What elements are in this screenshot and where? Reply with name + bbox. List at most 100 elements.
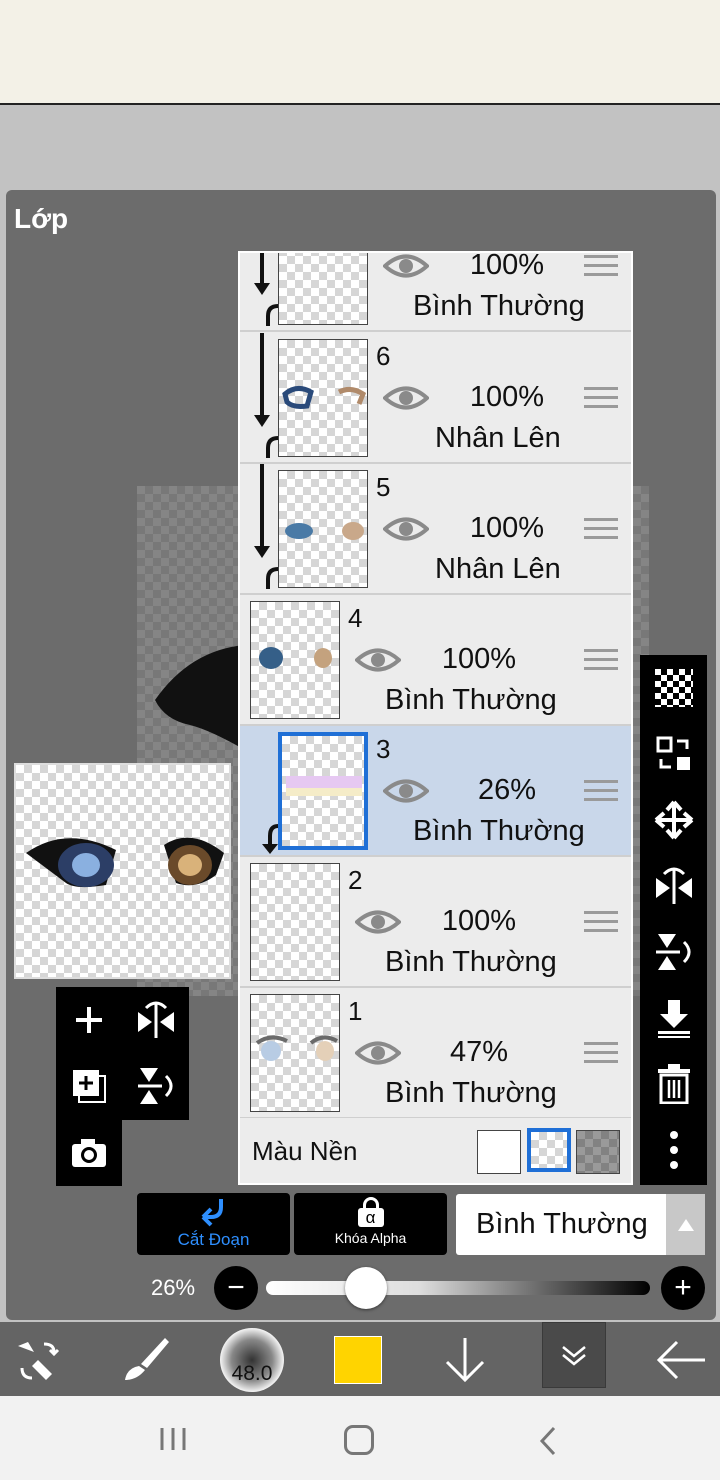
layer-row-4[interactable]: 4 100% Bình Thường xyxy=(240,595,631,726)
layer-opacity: 47% xyxy=(449,1036,509,1068)
layer-opacity: 100% xyxy=(469,512,545,544)
layer-thumbnail[interactable] xyxy=(250,601,340,719)
opacity-slider[interactable] xyxy=(266,1281,650,1295)
layer-blend-mode: Bình Thường xyxy=(413,290,585,322)
layer-number: 3 xyxy=(376,734,391,764)
eyes-artwork xyxy=(26,837,224,888)
layer-row-top[interactable]: 100% Bình Thường xyxy=(240,251,631,332)
move-icon[interactable] xyxy=(640,787,707,853)
drag-handle-icon[interactable] xyxy=(584,911,618,937)
delete-icon[interactable] xyxy=(640,1051,707,1117)
alpha-lock-label: Khóa Alpha xyxy=(334,1230,407,1246)
clip-label: Cắt Đoạn xyxy=(177,1230,250,1249)
blend-mode-select[interactable]: Bình Thường xyxy=(456,1194,705,1255)
opacity-increase-button[interactable]: + xyxy=(661,1266,705,1310)
flip-rotate-icon[interactable] xyxy=(123,987,189,1053)
system-navigation-bar xyxy=(0,1396,720,1480)
drag-handle-icon[interactable] xyxy=(584,1042,618,1068)
visibility-eye-icon[interactable] xyxy=(383,251,429,281)
layer-opacity: 100% xyxy=(441,905,517,937)
arrow-down-icon[interactable] xyxy=(443,1336,487,1389)
background-dark-option[interactable] xyxy=(576,1130,620,1174)
drag-handle-icon[interactable] xyxy=(584,255,618,281)
visibility-eye-icon[interactable] xyxy=(383,383,429,413)
layer-row-1[interactable]: 1 47% Bình Thường xyxy=(240,988,631,1119)
back-icon[interactable] xyxy=(538,1426,558,1461)
drag-handle-icon[interactable] xyxy=(584,649,618,675)
visibility-eye-icon[interactable] xyxy=(355,907,401,937)
chevron-up-icon[interactable] xyxy=(666,1194,705,1255)
more-icon[interactable] xyxy=(640,1117,707,1183)
camera-toolbar xyxy=(56,1120,122,1186)
layer-transform-icon[interactable] xyxy=(640,721,707,787)
left-toolbar xyxy=(56,987,189,1120)
back-arrow-icon[interactable] xyxy=(655,1338,707,1387)
clipping-arrow-icon xyxy=(254,253,279,326)
clipping-arrow-icon xyxy=(254,333,279,458)
layer-blend-mode: Bình Thường xyxy=(385,946,557,978)
layer-panel-toggle[interactable] xyxy=(542,1322,606,1388)
layer-number: 5 xyxy=(376,472,391,502)
flip-horizontal-icon[interactable] xyxy=(640,853,707,919)
brush-size-button[interactable]: 48.0 xyxy=(220,1328,284,1392)
clipping-arrow-icon xyxy=(254,464,279,589)
brush-icon[interactable] xyxy=(121,1334,169,1389)
double-chevron-down-icon xyxy=(562,1346,586,1366)
opacity-decrease-button[interactable]: − xyxy=(214,1266,258,1310)
current-color-swatch[interactable] xyxy=(334,1336,382,1384)
layer-thumbnail[interactable] xyxy=(250,863,340,981)
duplicate-layer-icon[interactable] xyxy=(56,1053,122,1119)
background-white-option[interactable] xyxy=(477,1130,521,1174)
layer-row-2[interactable]: 2 100% Bình Thường xyxy=(240,857,631,988)
visibility-eye-icon[interactable] xyxy=(383,514,429,544)
layer-thumbnail[interactable] xyxy=(278,470,368,588)
layer-thumbnail[interactable] xyxy=(278,732,368,850)
layer-number: 1 xyxy=(348,996,363,1026)
visibility-eye-icon[interactable] xyxy=(383,776,429,806)
canvas-hair-shape xyxy=(155,645,245,750)
drag-handle-icon[interactable] xyxy=(584,387,618,413)
layer-thumbnail[interactable] xyxy=(250,994,340,1112)
visibility-eye-icon[interactable] xyxy=(355,1038,401,1068)
layer-preview-thumbnail xyxy=(14,763,231,979)
opacity-slider-knob[interactable] xyxy=(344,1267,387,1309)
drag-handle-icon[interactable] xyxy=(584,780,618,806)
merge-down-icon[interactable] xyxy=(640,985,707,1051)
alpha-lock-button[interactable]: α Khóa Alpha xyxy=(294,1193,447,1255)
background-label: Màu Nền xyxy=(252,1136,358,1166)
layer-blend-mode: Nhân Lên xyxy=(435,553,561,585)
top-bar xyxy=(0,0,720,105)
clip-button[interactable]: Cắt Đoạn xyxy=(137,1193,290,1255)
camera-icon[interactable] xyxy=(56,1120,122,1186)
layer-row-3[interactable]: 3 26% Bình Thường xyxy=(240,726,631,857)
layer-blend-mode: Bình Thường xyxy=(413,815,585,847)
background-row[interactable]: Màu Nền xyxy=(240,1118,631,1183)
layer-blend-mode: Bình Thường xyxy=(385,684,557,716)
layer-thumbnail[interactable] xyxy=(278,253,368,325)
drag-handle-icon[interactable] xyxy=(584,518,618,544)
layer-blend-mode: Nhân Lên xyxy=(435,422,561,454)
layer-thumbnail[interactable] xyxy=(278,339,368,457)
layer-opacity: 100% xyxy=(469,381,545,413)
clip-arrow-icon xyxy=(201,1199,223,1227)
panel-title: Lớp xyxy=(14,203,69,234)
background-transparent-option[interactable] xyxy=(527,1128,571,1172)
layer-list[interactable]: 100% Bình Thường 6 100% Nhân Lên 5 100% Nhân Lê… xyxy=(238,251,633,1185)
flip-vertical-icon[interactable] xyxy=(640,919,707,985)
layer-opacity: 100% xyxy=(469,251,545,281)
home-icon[interactable] xyxy=(344,1425,374,1455)
layer-blend-mode: Bình Thường xyxy=(385,1077,557,1109)
layer-number: 6 xyxy=(376,341,391,371)
transparency-checker-icon[interactable] xyxy=(640,655,707,721)
right-toolbar xyxy=(640,655,707,1185)
layer-row-5[interactable]: 5 100% Nhân Lên xyxy=(240,464,631,595)
flip-vertical-rotate-icon[interactable] xyxy=(123,1053,189,1119)
add-layer-icon[interactable] xyxy=(56,987,122,1053)
layer-opacity: 26% xyxy=(477,774,537,806)
tool-switch-icon[interactable] xyxy=(14,1338,62,1387)
recent-apps-icon[interactable] xyxy=(158,1426,188,1457)
layer-opacity: 100% xyxy=(441,643,517,675)
visibility-eye-icon[interactable] xyxy=(355,645,401,675)
layer-row-6[interactable]: 6 100% Nhân Lên xyxy=(240,333,631,464)
clipping-arrow-icon xyxy=(262,824,279,854)
